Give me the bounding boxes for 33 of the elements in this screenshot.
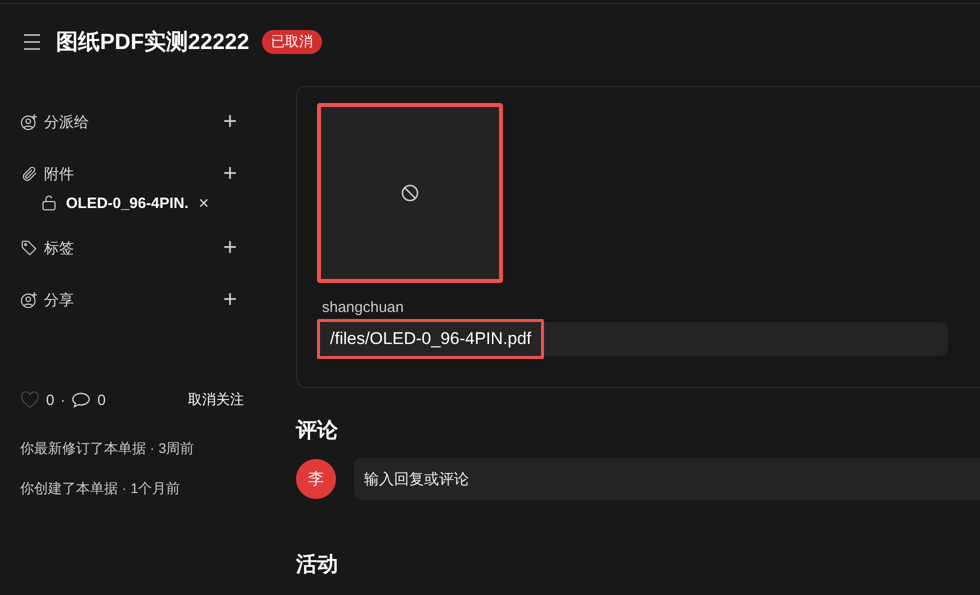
separator-dot: · <box>60 392 66 408</box>
lock-icon <box>40 194 58 212</box>
unfollow-button[interactable]: 取消关注 <box>188 391 244 409</box>
comment-count: 0 <box>97 392 106 408</box>
file-path-field[interactable]: /files/OLED-0_96-4PIN.pdf <box>317 322 948 356</box>
unavailable-icon <box>400 183 420 203</box>
comments-heading: 评论 <box>296 418 339 444</box>
tag-icon <box>20 239 38 257</box>
add-button[interactable]: + <box>220 290 240 310</box>
activity-entry: 你最新修订了本单据 · 3周前 <box>20 440 196 458</box>
like-count: 0 <box>46 392 54 408</box>
file-path: /files/OLED-0_96-4PIN.pdf <box>317 319 544 359</box>
menu-icon[interactable] <box>22 33 42 51</box>
section-label: 分派给 <box>44 112 90 132</box>
activity-entry: 你创建了本单据 · 1个月前 <box>20 480 182 498</box>
remove-button[interactable]: × <box>198 192 210 214</box>
add-button[interactable]: + <box>220 112 240 132</box>
user-avatar: 李 <box>296 459 336 499</box>
comment-input[interactable]: 输入回复或评论 <box>354 458 980 500</box>
attachment-name[interactable]: OLED-0_96-4PIN. <box>66 194 189 212</box>
field-label: shangchuan <box>321 299 405 316</box>
paperclip-icon <box>20 165 38 183</box>
section-label: 标签 <box>44 238 75 258</box>
page-title: 图纸PDF实测22222 <box>56 28 250 56</box>
user-add-icon <box>20 113 38 131</box>
section-label: 分享 <box>44 290 75 310</box>
user-add-icon <box>20 291 38 309</box>
status-badge: 已取消 <box>262 30 322 54</box>
add-button[interactable]: + <box>220 164 240 184</box>
section-label: 附件 <box>44 164 75 184</box>
activity-heading: 活动 <box>296 552 339 578</box>
comment-icon[interactable] <box>71 391 92 409</box>
add-button[interactable]: + <box>220 238 240 258</box>
